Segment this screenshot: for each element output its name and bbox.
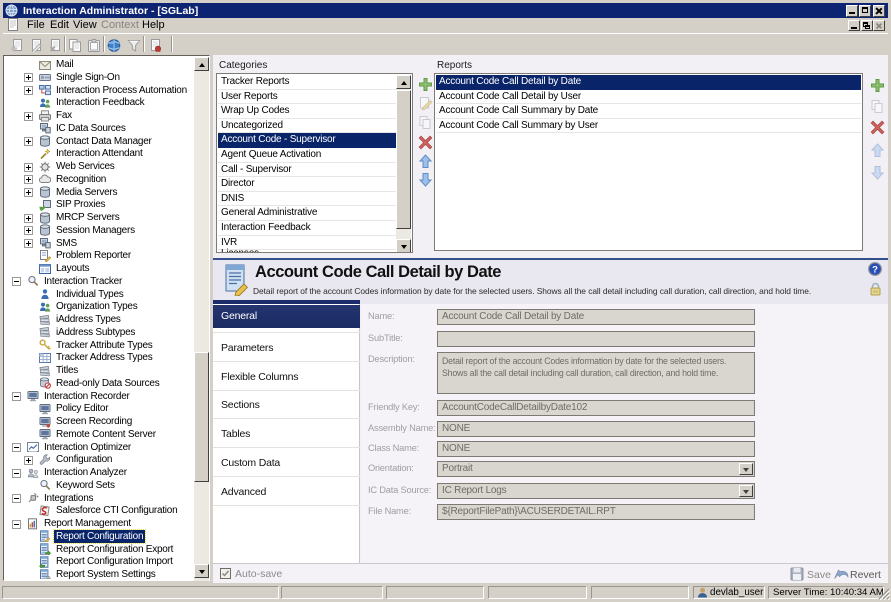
svg-text:?: ?: [872, 264, 878, 275]
